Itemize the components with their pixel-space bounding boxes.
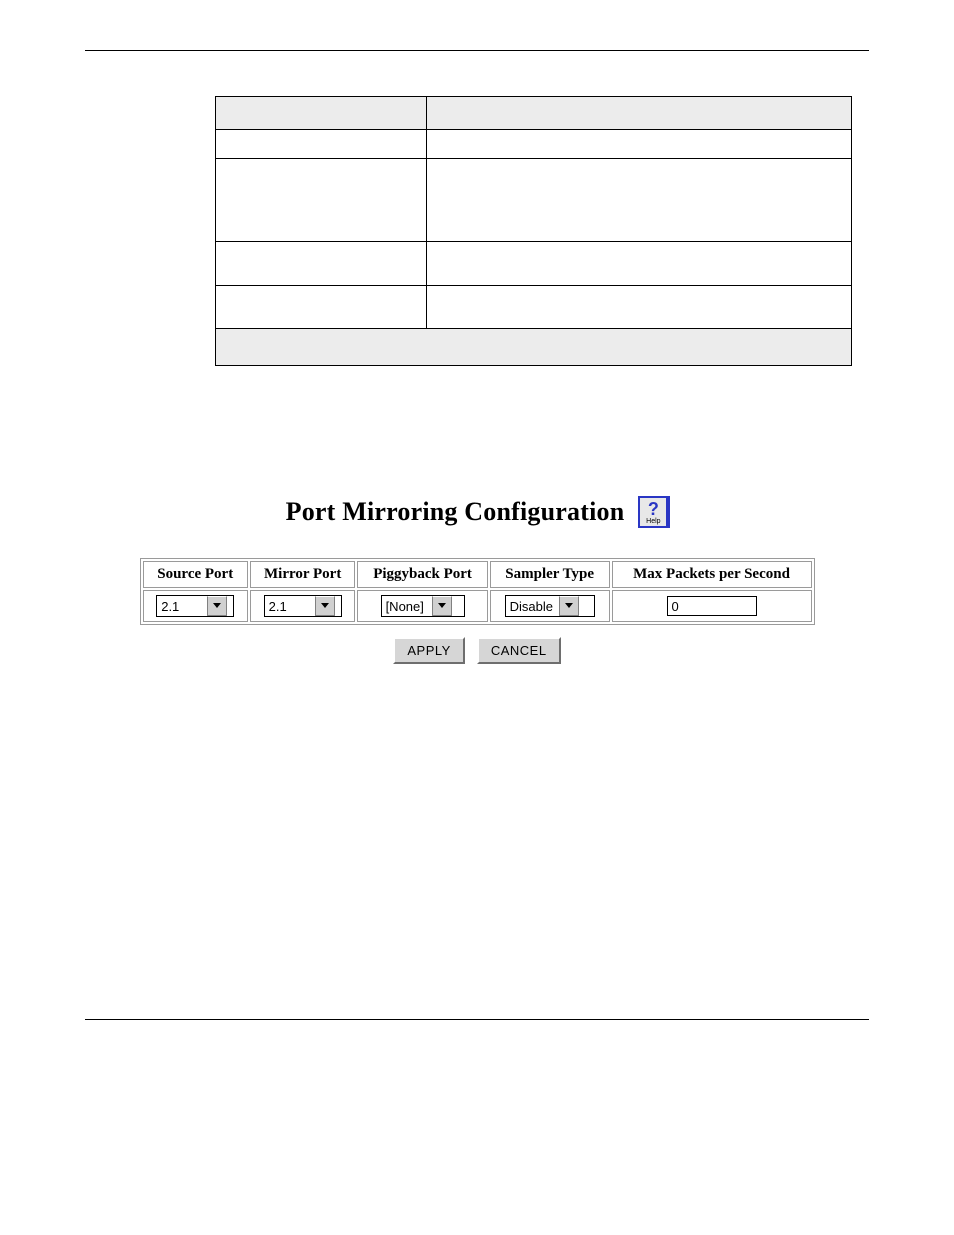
page-bottom-rule xyxy=(85,1019,869,1020)
piggyback-port-value: [None] xyxy=(382,596,432,616)
help-icon[interactable]: ? Help xyxy=(638,496,668,528)
spec-header-left xyxy=(216,97,427,130)
sampler-type-value: Disable xyxy=(506,596,559,616)
spec-table xyxy=(215,96,852,366)
mirror-port-select[interactable]: 2.1 xyxy=(264,595,342,617)
config-table: Source Port Mirror Port Piggyback Port S… xyxy=(140,558,815,625)
cancel-button[interactable]: CANCEL xyxy=(477,637,561,664)
source-port-value: 2.1 xyxy=(157,596,207,616)
col-piggyback-port: Piggyback Port xyxy=(357,561,487,588)
button-row: APPLY CANCEL xyxy=(140,637,815,664)
spec-cell xyxy=(427,159,852,242)
help-question-mark: ? xyxy=(640,500,666,518)
chevron-down-icon xyxy=(207,596,227,616)
sampler-type-select[interactable]: Disable xyxy=(505,595,595,617)
max-pps-input[interactable] xyxy=(667,596,757,616)
col-max-pps: Max Packets per Second xyxy=(612,561,812,588)
apply-button[interactable]: APPLY xyxy=(393,637,464,664)
config-value-row: 2.1 2.1 [None] xyxy=(143,590,812,622)
chevron-down-icon xyxy=(432,596,452,616)
panel-title-row: Port Mirroring Configuration ? Help xyxy=(85,496,869,528)
piggyback-port-select[interactable]: [None] xyxy=(381,595,465,617)
spec-cell xyxy=(216,130,427,159)
page-top-rule xyxy=(85,50,869,51)
help-label: Help xyxy=(640,518,666,525)
config-header-row: Source Port Mirror Port Piggyback Port S… xyxy=(143,561,812,588)
chevron-down-icon xyxy=(559,596,579,616)
spec-header-right xyxy=(427,97,852,130)
col-sampler-type: Sampler Type xyxy=(490,561,610,588)
spec-cell xyxy=(216,159,427,242)
source-port-select[interactable]: 2.1 xyxy=(156,595,234,617)
config-panel: Source Port Mirror Port Piggyback Port S… xyxy=(140,558,815,664)
spec-footer xyxy=(216,329,852,366)
spec-cell xyxy=(427,130,852,159)
col-mirror-port: Mirror Port xyxy=(250,561,355,588)
mirror-port-value: 2.1 xyxy=(265,596,315,616)
chevron-down-icon xyxy=(315,596,335,616)
spec-cell xyxy=(427,286,852,329)
spec-cell xyxy=(427,242,852,286)
panel-title: Port Mirroring Configuration xyxy=(286,497,625,527)
col-source-port: Source Port xyxy=(143,561,248,588)
spec-cell xyxy=(216,242,427,286)
spec-cell xyxy=(216,286,427,329)
